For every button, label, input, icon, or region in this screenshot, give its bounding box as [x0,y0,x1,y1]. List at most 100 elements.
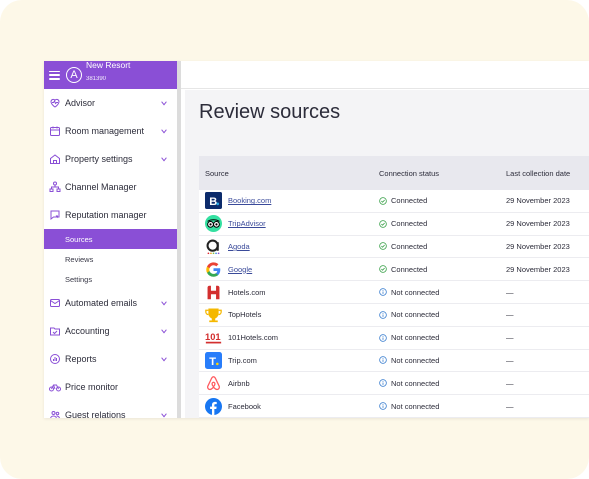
table-row: T Trip.com Not connected — [199,350,589,373]
svg-text:101: 101 [205,332,221,342]
source-name[interactable]: Google [228,265,252,274]
chevron-down-icon[interactable] [161,157,167,162]
sidebar-item-label: Guest relations [65,410,126,418]
source-name[interactable]: Agoda [228,242,250,251]
connection-status: Connected [391,264,428,274]
sidebar-item-guest-relations[interactable]: Guest relations [44,401,177,418]
page-title: Review sources [199,101,341,123]
chevron-down-icon[interactable] [161,129,167,134]
sidebar-item-property-settings[interactable]: Property settings [44,145,177,173]
property-id: 381390 [86,76,107,82]
source-name: TopHotels [228,310,262,320]
sidebar-item-label: Accounting [65,326,110,336]
sidebar-subitem-settings[interactable]: Settings [44,269,177,289]
connection-status: Connected [391,241,428,251]
last-collection-date: — [506,401,514,411]
info-circle-icon [379,402,387,410]
trip-logo: T [205,351,222,369]
last-collection-date: — [506,287,514,297]
sidebar-item-label: Price monitor [65,382,119,392]
last-collection-date: 29 November 2023 [506,241,570,251]
brand-header[interactable]: A New Resort 381390 [44,61,177,89]
sidebar-item-reputation-manager[interactable]: Reputation manager [44,201,177,229]
column-status: Connection status [379,168,440,178]
last-collection-date: — [506,310,514,320]
check-circle-icon [379,242,387,251]
info-circle-icon [379,288,387,296]
last-collection-date: 29 November 2023 [506,219,570,229]
sidebar-item-channel-manager[interactable]: Channel Manager [44,173,177,201]
sidebar-item-label: Property settings [65,154,133,164]
menu-icon[interactable] [49,70,60,80]
column-date: Last collection date [506,168,571,178]
sidebar-item-label: Automated emails [65,298,138,308]
info-circle-icon [379,379,387,388]
bike-icon [48,381,61,394]
table-row: Airbnb Not connected — [199,372,589,396]
sidebar-subitem-sources[interactable]: Sources [44,229,177,249]
table-row: Facebook Not connected — [199,395,589,418]
table-row: Agoda Connected 29 November 2023 [199,236,589,259]
people-icon [48,409,61,418]
chat-bubble-icon [48,209,61,222]
source-name[interactable]: TripAdvisor [228,219,266,228]
folder-check-icon [48,325,61,338]
connection-status: Not connected [391,378,440,388]
sidebar-subitem-reviews[interactable]: Reviews [44,249,177,269]
table-row: Hotels.com Not connected — [199,281,589,304]
table-row: 101 101Hotels.com Not connected — [199,327,589,350]
check-circle-icon [379,265,387,274]
sidebar-item-room-management[interactable]: Room management [44,117,177,145]
source-name[interactable]: Booking.com [228,196,271,205]
sidebar-item-label: Reputation manager [65,210,147,220]
chevron-down-icon[interactable] [161,301,167,306]
connection-status: Not connected [391,333,440,343]
agoda-logo [205,238,222,255]
sidebar-item-reports[interactable]: Reports [44,345,177,373]
sidebar-item-accounting[interactable]: Accounting [44,317,177,345]
booking-logo: B [205,192,222,210]
101hotels-logo: 101 [205,329,222,346]
last-collection-date: — [506,378,514,388]
connection-status: Not connected [391,310,440,320]
sidebar: A New Resort 381390 Advisor Room manageme… [44,61,181,418]
connection-status: Connected [391,196,428,206]
chevron-down-icon[interactable] [161,101,167,106]
info-circle-icon [379,333,387,342]
facebook-logo [205,397,222,415]
connection-status: Not connected [391,355,440,365]
source-name: Trip.com [228,355,257,365]
tophotels-logo [205,306,222,323]
sidebar-item-label: Room management [65,126,145,136]
sidebar-item-label: Advisor [65,98,96,108]
column-source: Source [205,168,229,178]
airbnb-logo [205,375,222,392]
app-window: A New Resort 381390 Advisor Room manageme… [44,61,589,418]
last-collection-date: — [506,333,514,343]
svg-text:B: B [209,196,217,208]
sidebar-item-label: Reports [65,354,97,364]
sources-table: Source Connection status Last collection… [199,156,589,418]
background-frame: A New Resort 381390 Advisor Room manageme… [0,0,589,479]
table-row: TopHotels Not connected — [199,304,589,327]
calendar-icon [48,125,61,138]
check-circle-icon [379,219,387,228]
connection-status: Not connected [391,287,440,297]
table-header: Source Connection status Last collection… [199,156,589,190]
check-circle-icon [379,197,387,205]
last-collection-date: 29 November 2023 [506,196,570,206]
hotels-logo [205,284,222,301]
chart-icon [48,353,61,366]
avatar[interactable]: A [66,67,82,83]
network-icon [48,181,61,194]
source-name: 101Hotels.com [228,333,279,343]
chevron-down-icon[interactable] [161,329,167,334]
sidebar-item-automated-emails[interactable]: Automated emails [44,289,177,317]
sidebar-item-price-monitor[interactable]: Price monitor [44,373,177,401]
heart-pulse-icon [48,97,61,110]
main-content: Review sources Source Connection status … [185,90,589,418]
chevron-down-icon[interactable] [161,357,167,362]
connection-status: Not connected [391,401,440,411]
chevron-down-icon[interactable] [161,413,167,418]
sidebar-item-advisor[interactable]: Advisor [44,89,177,117]
